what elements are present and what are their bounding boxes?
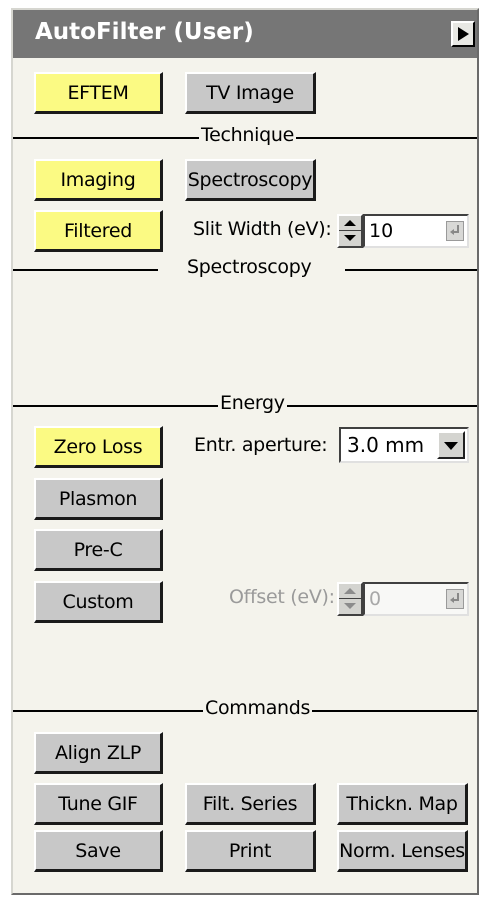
triangle-right-icon	[458, 27, 469, 41]
custom-button[interactable]: Custom	[34, 581, 163, 623]
technique-section-label: Technique	[199, 124, 296, 146]
window-title: AutoFilter (User)	[35, 19, 254, 45]
thickn-map-button[interactable]: Thickn. Map	[337, 783, 468, 825]
panel-menu-button[interactable]	[451, 21, 475, 47]
title-bar: AutoFilter (User)	[13, 10, 477, 58]
autofilter-panel: AutoFilter (User) EFTEM TV Image Techniq…	[11, 8, 479, 895]
commands-section-label: Commands	[203, 697, 313, 719]
norm-lenses-button[interactable]: Norm. Lenses	[337, 830, 468, 872]
offset-value: 0	[369, 588, 382, 610]
slit-width-spinner[interactable]	[337, 214, 363, 248]
slit-width-input[interactable]: 10	[363, 214, 469, 248]
tv-image-button[interactable]: TV Image	[185, 72, 316, 114]
chevron-down-icon[interactable]	[437, 431, 465, 459]
eftem-button[interactable]: EFTEM	[34, 72, 163, 114]
slit-width-label: Slit Width (eV):	[193, 218, 332, 240]
spectroscopy-divider-left	[13, 269, 158, 271]
tune-gif-button[interactable]: Tune GIF	[34, 783, 163, 825]
plasmon-button[interactable]: Plasmon	[34, 478, 163, 520]
offset-spinner[interactable]	[337, 582, 363, 616]
align-zlp-button[interactable]: Align ZLP	[34, 732, 163, 774]
spectroscopy-section-label: Spectroscopy	[185, 256, 314, 278]
offset-label: Offset (eV):	[229, 586, 335, 608]
filt-series-button[interactable]: Filt. Series	[185, 783, 316, 825]
entrance-aperture-select[interactable]: 3.0 mm	[339, 427, 469, 463]
spin-up-icon[interactable]	[344, 220, 356, 226]
enter-icon[interactable]	[446, 221, 464, 241]
entrance-aperture-value: 3.0 mm	[347, 433, 425, 457]
offset-input[interactable]: 0	[363, 582, 469, 616]
spectroscopy-button[interactable]: Spectroscopy	[185, 159, 316, 201]
save-button[interactable]: Save	[34, 830, 163, 872]
spin-up-icon[interactable]	[344, 588, 356, 594]
slit-width-value: 10	[369, 220, 394, 242]
spin-down-icon[interactable]	[344, 603, 356, 609]
filtered-button[interactable]: Filtered	[34, 210, 163, 252]
energy-section-label: Energy	[218, 392, 287, 414]
spectroscopy-divider-right	[345, 269, 477, 271]
zero-loss-button[interactable]: Zero Loss	[34, 426, 163, 468]
enter-icon[interactable]	[446, 589, 464, 609]
imaging-button[interactable]: Imaging	[34, 159, 163, 201]
print-button[interactable]: Print	[185, 830, 316, 872]
pre-c-button[interactable]: Pre-C	[34, 529, 163, 571]
spin-down-icon[interactable]	[344, 235, 356, 241]
entrance-aperture-label: Entr. aperture:	[194, 434, 328, 456]
